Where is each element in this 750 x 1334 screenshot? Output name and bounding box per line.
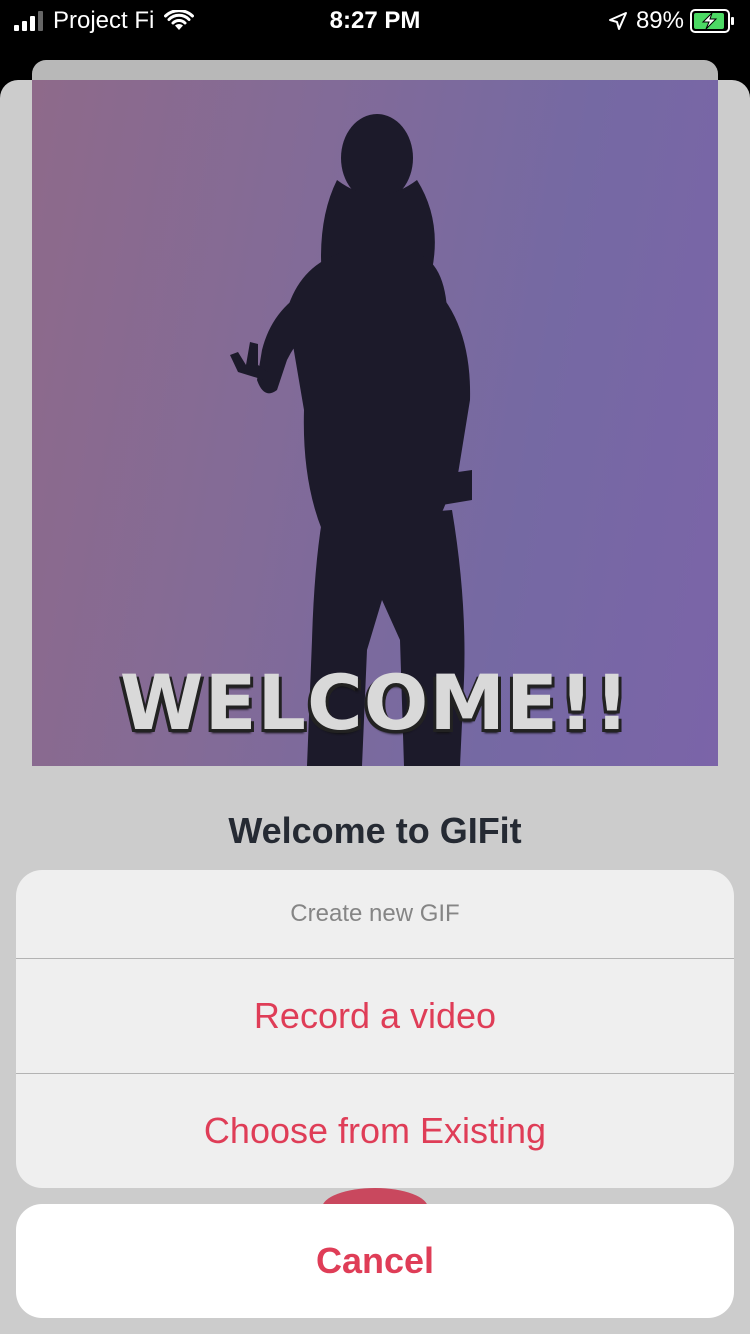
location-arrow-icon — [608, 12, 627, 30]
record-video-button[interactable]: Record a video — [16, 959, 734, 1073]
cancel-button[interactable]: Cancel — [16, 1204, 734, 1318]
welcome-title: Welcome to GIFit — [228, 810, 522, 851]
welcome-gif-image: WELCOME!! — [32, 80, 718, 766]
choose-existing-button[interactable]: Choose from Existing — [16, 1073, 734, 1188]
status-right: 89% — [608, 6, 736, 36]
battery-charging-icon — [690, 9, 734, 33]
action-sheet-title: Create new GIF — [16, 870, 734, 959]
gif-caption: WELCOME!! — [119, 658, 631, 747]
action-sheet: Create new GIF Record a video Choose fro… — [16, 870, 734, 1188]
battery-percent: 89% — [635, 7, 684, 34]
